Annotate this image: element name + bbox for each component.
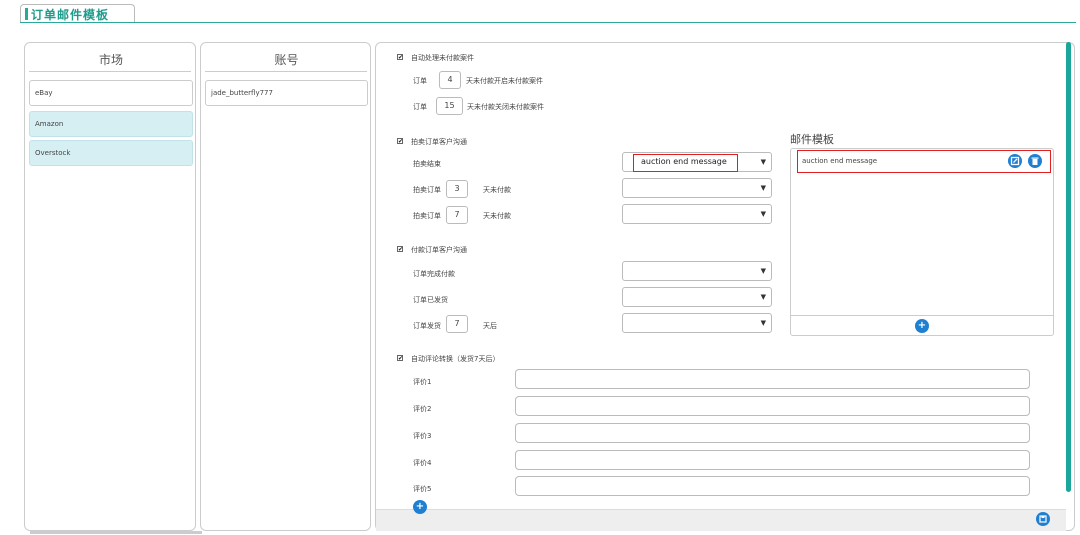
market-item-overstock[interactable]: Overstock	[29, 140, 193, 166]
review-label-2: 评价2	[413, 405, 432, 413]
page-title: 订单邮件模板	[31, 8, 110, 22]
scrollbar[interactable]	[1066, 42, 1071, 492]
chevron-down-icon: ▼	[760, 267, 766, 275]
auction-row3-suffix: 天未付款	[483, 212, 511, 220]
title-divider	[20, 22, 1076, 23]
review-checkbox[interactable]: ✔	[397, 355, 403, 362]
unpaid-open-prefix: 订单	[413, 77, 427, 85]
review-label-4: 评价4	[413, 459, 432, 467]
auction-comm-label: 拍卖订单客户沟通	[411, 138, 467, 146]
auction-row3-prefix: 拍卖订单	[413, 212, 441, 220]
horizontal-scrollbar[interactable]	[30, 531, 202, 534]
market-item-ebay[interactable]: eBay	[29, 80, 193, 106]
review-checkbox-label: 自动评论转换（发货7天后）	[411, 355, 500, 363]
auction-row2-days-input[interactable]: 3	[446, 180, 468, 198]
unpaid-open-days-input[interactable]: 4	[439, 71, 461, 89]
template-item[interactable]: auction end message	[797, 150, 1051, 173]
review-input-1[interactable]	[515, 369, 1030, 389]
paid-after-suffix: 天后	[483, 322, 497, 330]
market-item-amazon[interactable]: Amazon	[29, 111, 193, 137]
page-title-tab: 订单邮件模板	[20, 4, 135, 22]
templates-title: 邮件模板	[790, 133, 834, 146]
unpaid-close-prefix: 订单	[413, 103, 427, 111]
review-label-3: 评价3	[413, 432, 432, 440]
paid-comm-checkbox[interactable]: ✔	[397, 246, 403, 253]
auction-row2-select[interactable]: ▼	[622, 178, 772, 198]
chevron-down-icon: ▼	[760, 293, 766, 301]
auction-row2-suffix: 天未付款	[483, 186, 511, 194]
paid-after-select[interactable]: ▼	[622, 313, 772, 333]
paid-after-days-input[interactable]: 7	[446, 315, 468, 333]
auction-end-select-value: auction end message	[641, 157, 727, 166]
edit-icon[interactable]	[1008, 154, 1022, 168]
unpaid-open-suffix: 天未付款开启未付款案件	[466, 77, 543, 85]
market-panel: 市场 eBay Amazon Overstock	[24, 42, 196, 531]
auction-comm-checkbox[interactable]: ✔	[397, 138, 403, 145]
auction-end-label: 拍卖结束	[413, 160, 441, 168]
plus-icon[interactable]: +	[915, 319, 929, 333]
plus-icon[interactable]: +	[413, 500, 427, 514]
auction-row2-prefix: 拍卖订单	[413, 186, 441, 194]
account-header-divider	[205, 71, 367, 72]
paid-shipped-label: 订单已发货	[413, 296, 448, 304]
chevron-down-icon: ▼	[760, 184, 766, 192]
templates-box: auction end message +	[790, 148, 1054, 336]
account-item[interactable]: jade_butterfly777	[205, 80, 368, 106]
save-icon[interactable]	[1036, 512, 1050, 526]
market-header: 市场	[98, 53, 123, 67]
auction-row3-days-input[interactable]: 7	[446, 206, 468, 224]
templates-footer-divider	[791, 315, 1053, 316]
review-input-4[interactable]	[515, 450, 1030, 470]
account-header: 账号	[274, 53, 299, 67]
auction-end-select[interactable]: auction end message ▼	[622, 152, 772, 172]
unpaid-close-days-input[interactable]: 15	[436, 97, 463, 115]
paid-shipped-select[interactable]: ▼	[622, 287, 772, 307]
review-label-5: 评价5	[413, 485, 432, 493]
chevron-down-icon: ▼	[760, 319, 766, 327]
paid-comm-label: 付款订单客户沟通	[411, 246, 467, 254]
unpaid-checkbox-label: 自动处理未付款案件	[411, 54, 474, 62]
chevron-down-icon: ▼	[760, 210, 766, 218]
paid-complete-select[interactable]: ▼	[622, 261, 772, 281]
paid-complete-label: 订单完成付款	[413, 270, 455, 278]
unpaid-checkbox[interactable]: ✔	[397, 54, 403, 61]
template-item-label: auction end message	[802, 157, 878, 165]
auction-row3-select[interactable]: ▼	[622, 204, 772, 224]
title-accent-bar	[25, 8, 28, 20]
paid-after-prefix: 订单发货	[413, 322, 441, 330]
settings-footer-bar	[376, 509, 1066, 531]
trash-icon[interactable]	[1028, 154, 1042, 168]
review-label-1: 评价1	[413, 378, 432, 386]
chevron-down-icon: ▼	[760, 158, 766, 166]
review-input-2[interactable]	[515, 396, 1030, 416]
review-input-3[interactable]	[515, 423, 1030, 443]
market-header-divider	[29, 71, 191, 72]
unpaid-close-suffix: 天未付款关闭未付款案件	[467, 103, 544, 111]
review-input-5[interactable]	[515, 476, 1030, 496]
account-panel: 账号 jade_butterfly777	[200, 42, 371, 531]
